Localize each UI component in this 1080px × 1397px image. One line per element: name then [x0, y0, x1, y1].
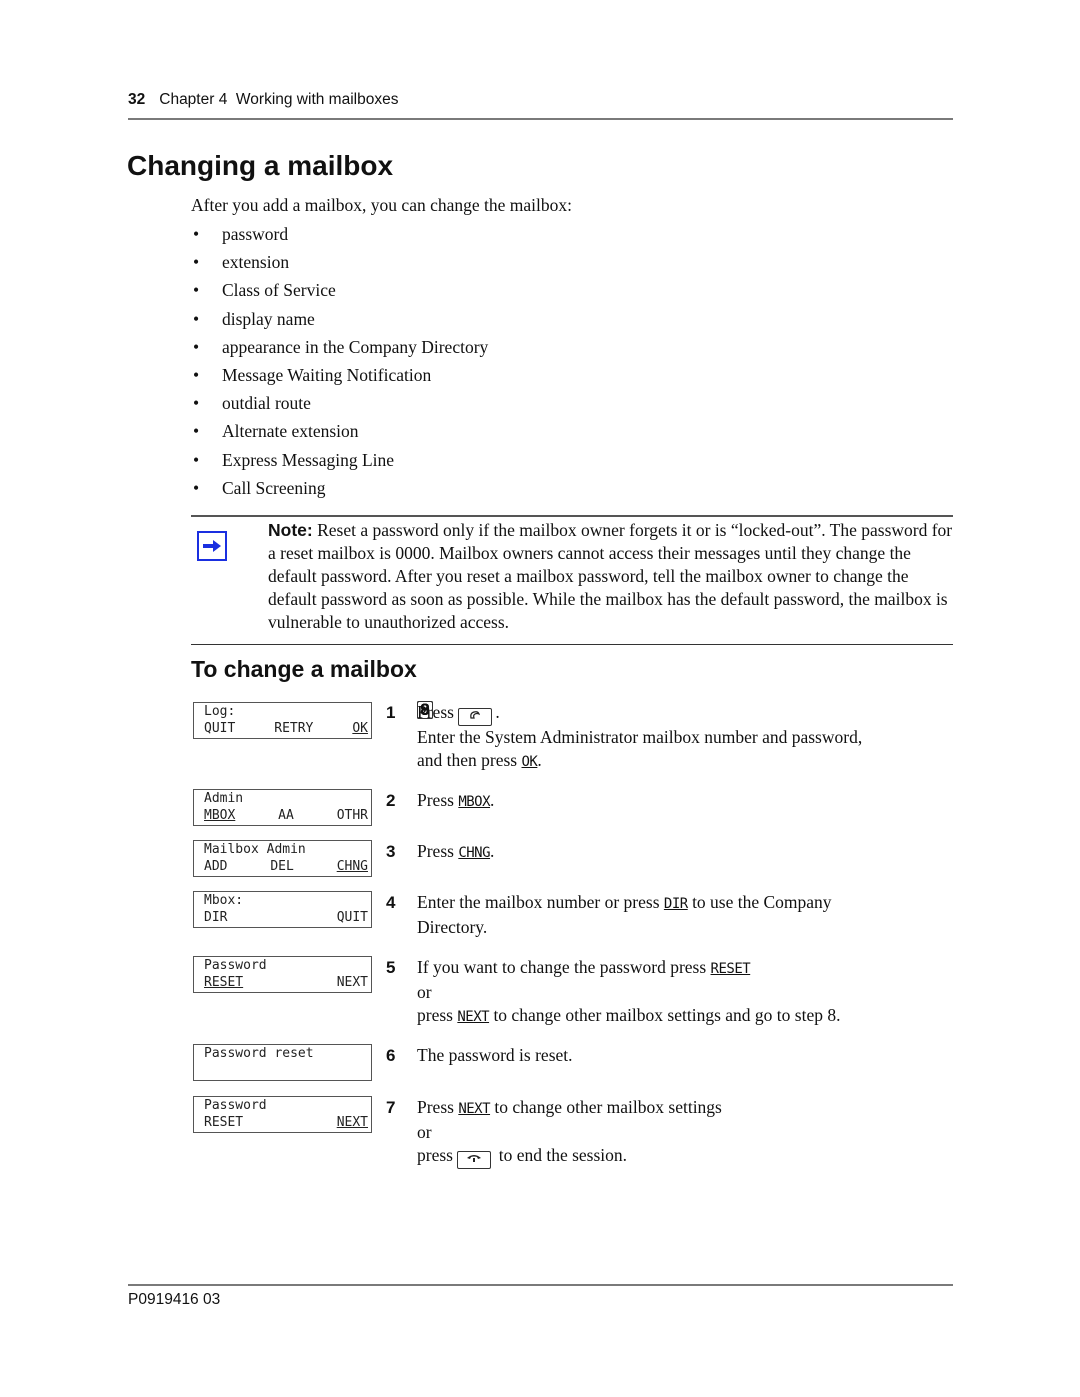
note-rule-bottom: [191, 644, 953, 645]
bullet-icon: •: [193, 280, 200, 301]
softkey-del[interactable]: DEL: [270, 859, 293, 876]
intro-text: After you add a mailbox, you can change …: [191, 195, 572, 215]
key-3: 3: [417, 701, 433, 719]
softkey-next[interactable]: NEXT: [337, 975, 368, 992]
list-item: • Message Waiting Notification: [193, 364, 432, 385]
page-number: 32: [128, 91, 146, 108]
list-item: • display name: [193, 308, 315, 329]
softkey-quit[interactable]: QUIT: [204, 721, 235, 738]
softkey-next-ref: NEXT: [458, 1101, 491, 1117]
footer-rule: [128, 1284, 953, 1286]
softkey-othr[interactable]: OTHR: [337, 808, 368, 825]
note-body: Reset a password only if the mailbox own…: [268, 520, 953, 632]
softkey-quit[interactable]: QUIT: [337, 910, 368, 927]
softkey-next-ref: NEXT: [457, 1009, 490, 1025]
display-mailbox-admin: Mailbox Admin ADD DEL CHNG: [193, 840, 372, 877]
note-rule-top: [191, 515, 953, 517]
display-log: Log: QUIT RETRY OK: [193, 702, 372, 739]
list-item: • extension: [193, 252, 290, 273]
softkey-mbox-ref: MBOX: [458, 794, 491, 810]
note: Note: Reset a password only if the mailb…: [268, 519, 958, 634]
softkey-reset[interactable]: RESET: [204, 1115, 243, 1132]
softkey-retry[interactable]: RETRY: [274, 721, 313, 738]
bullet-icon: •: [193, 224, 200, 244]
bullet-icon: •: [193, 421, 200, 442]
feature-key-icon: [458, 708, 493, 726]
page-title: Changing a mailbox: [127, 150, 394, 181]
bullet-icon: •: [193, 477, 200, 498]
softkey-dir[interactable]: DIR: [204, 910, 227, 927]
changeable-settings-list: • password • extension • Class of Service •…: [191, 222, 488, 504]
list-item: • Class of Service: [193, 280, 336, 301]
document-code: P0919416 03: [128, 1291, 221, 1308]
bullet-icon: •: [193, 393, 200, 414]
display-admin: Admin MBOX AA OTHR: [193, 789, 372, 826]
display-password-reset: Password reset: [193, 1044, 372, 1081]
list-item: • outdial route: [193, 393, 311, 414]
bullet-icon: •: [193, 364, 200, 385]
softkey-ok[interactable]: OK: [352, 721, 368, 738]
bullet-icon: •: [193, 252, 200, 273]
softkey-aa[interactable]: AA: [278, 808, 294, 825]
bullet-icon: •: [193, 308, 200, 329]
list-item: • Express Messaging Line: [193, 449, 395, 470]
header-rule: [128, 118, 953, 120]
arrow-right-icon: [197, 531, 227, 561]
softkey-next[interactable]: NEXT: [337, 1115, 368, 1132]
release-key-icon: [457, 1151, 492, 1169]
chapter-title: Chapter 4 Working with mailboxes: [159, 91, 399, 108]
softkey-mbox[interactable]: MBOX: [204, 808, 235, 825]
running-header: 32 Chapter 4 Working with mailboxes: [128, 91, 398, 109]
list-item: • appearance in the Company Directory: [193, 336, 489, 357]
display-password: Password RESET NEXT: [193, 956, 372, 993]
softkey-chng[interactable]: CHNG: [337, 859, 368, 876]
display-password-2: Password RESET NEXT: [193, 1096, 372, 1133]
bullet-icon: •: [193, 449, 200, 470]
bullet-icon: •: [193, 336, 200, 357]
softkey-chng-ref: CHNG: [458, 845, 491, 861]
softkey-reset-ref: RESET: [710, 961, 751, 977]
list-item: • password: [193, 224, 289, 244]
softkey-add[interactable]: ADD: [204, 859, 227, 876]
procedure-heading: To change a mailbox: [191, 656, 417, 682]
softkey-dir-ref: DIR: [663, 896, 688, 912]
softkey-reset[interactable]: RESET: [204, 975, 243, 992]
note-label: Note:: [268, 520, 313, 540]
display-mbox: Mbox: DIR QUIT: [193, 891, 372, 928]
list-item: • Alternate extension: [193, 421, 359, 442]
list-item: • Call Screening: [193, 477, 326, 498]
softkey-ok-ref: OK: [521, 754, 538, 770]
